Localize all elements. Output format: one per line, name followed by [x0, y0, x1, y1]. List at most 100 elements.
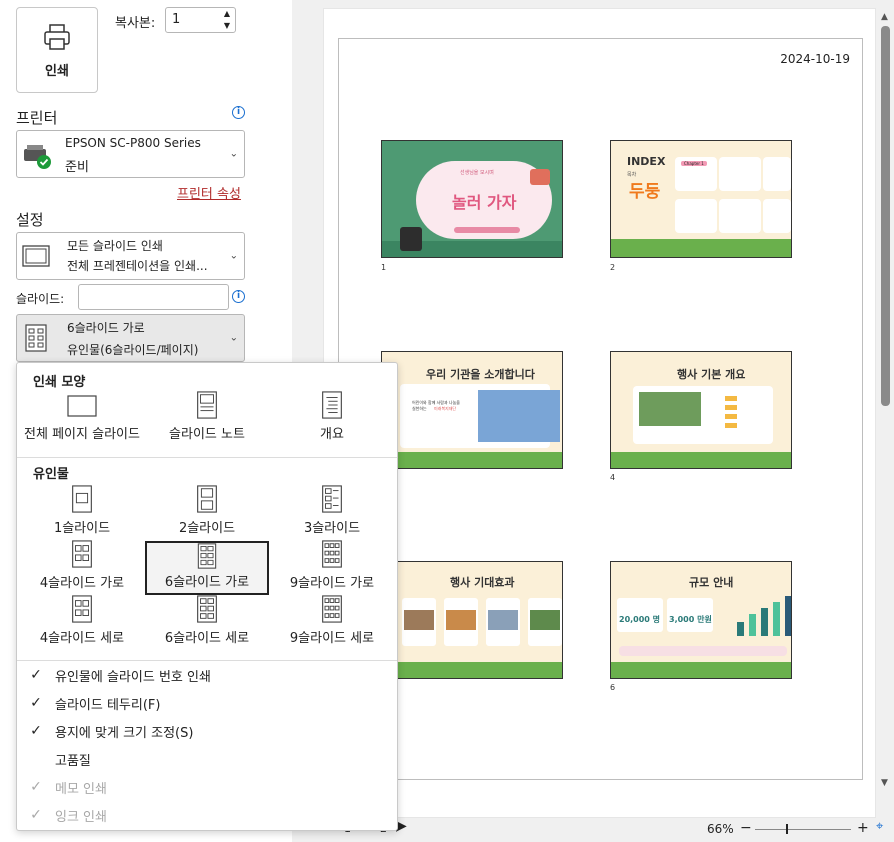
zoom-slider[interactable] [755, 829, 851, 830]
handout-4v-option[interactable]: 4슬라이드 세로 [20, 595, 144, 649]
option-label: 3슬라이드 [303, 521, 361, 536]
scroll-up-icon[interactable]: ▲ [881, 12, 888, 22]
print-range-line2: 전체 프레젠테이션을 인쇄... [67, 259, 208, 273]
printer-name: EPSON SC-P800 Series [65, 136, 201, 150]
four-slides-horizontal-icon [72, 540, 92, 568]
slide-thumbnail-5[interactable]: 행사 기대효과 [381, 561, 563, 679]
layout-popup: 인쇄 모양 전체 페이지 슬라이드 슬라이드 노트 개요 유인물 1슬라이드 2… [16, 362, 398, 831]
handout-6v-option[interactable]: 6슬라이드 세로 [145, 595, 269, 649]
slide2-chip: Chapter 1 [681, 161, 707, 166]
option-print-comments: ✓ 메모 인쇄 [17, 773, 397, 801]
printer-device-icon [24, 145, 51, 169]
layout-dropdown[interactable]: 6슬라이드 가로 유인물(6슬라이드/페이지) ⌄ [16, 314, 245, 362]
option-label: 메모 인쇄 [55, 781, 107, 797]
layout-notes-option[interactable]: 슬라이드 노트 [145, 391, 269, 445]
handout-date: 2024-10-19 [780, 52, 850, 66]
slide-thumbnail-3[interactable]: 우리 기관을 소개합니다 어린이와 함께 사람과 나눔을 실천하는 미래복지재단 [381, 351, 563, 469]
slide3-sub2: 실천하는 [412, 406, 427, 411]
layout-line1: 6슬라이드 가로 [67, 321, 145, 335]
option-label: 전체 페이지 슬라이드 [24, 427, 140, 442]
handout-9v-option[interactable]: 9슬라이드 세로 [270, 595, 394, 649]
slide3-title: 우리 기관을 소개합니다 [426, 368, 535, 381]
slide2-logo: 두둥 [629, 182, 661, 202]
copies-input[interactable]: 1 ▲ ▼ [165, 7, 236, 33]
print-range-dropdown[interactable]: 모든 슬라이드 인쇄 전체 프레젠테이션을 인쇄... ⌄ [16, 232, 245, 280]
slide4-title: 행사 기본 개요 [677, 368, 746, 381]
checkmark-icon: ✓ [30, 807, 42, 823]
layout-outline-option[interactable]: 개요 [270, 391, 394, 445]
option-print-ink: ✓ 잉크 인쇄 [17, 801, 397, 829]
slide-thumbnail-4[interactable]: 행사 기본 개요 [610, 351, 792, 469]
option-label: 6슬라이드 가로 [164, 575, 250, 590]
option-label: 4슬라이드 세로 [39, 631, 125, 646]
handout-3-option[interactable]: 3슬라이드 [270, 485, 394, 539]
vertical-scrollbar[interactable]: ▲ ▼ [879, 8, 892, 794]
one-slide-icon [72, 485, 92, 513]
option-label: 4슬라이드 가로 [39, 576, 125, 591]
handout-9h-option[interactable]: 9슬라이드 가로 [270, 540, 394, 594]
fit-page-icon[interactable]: ⌖ [876, 819, 883, 834]
option-label: 개요 [320, 427, 344, 442]
handouts-header: 유인물 [33, 467, 69, 482]
checkmark-icon: ✓ [30, 779, 42, 795]
option-label: 9슬라이드 세로 [289, 631, 375, 646]
slide-number: 4 [610, 473, 616, 482]
printer-status: 준비 [65, 160, 89, 175]
all-slides-icon [22, 245, 50, 267]
option-label: 9슬라이드 가로 [289, 576, 375, 591]
nine-slides-vertical-icon [322, 595, 342, 623]
handout-4h-option[interactable]: 4슬라이드 가로 [20, 540, 144, 594]
slide-number: 2 [610, 263, 616, 272]
slide5-title: 행사 기대효과 [450, 576, 515, 589]
option-label: 슬라이드 테두리(F) [55, 697, 161, 713]
scrollbar-thumb[interactable] [881, 26, 890, 406]
option-label: 용지에 맞게 크기 조정(S) [55, 725, 194, 741]
copies-value: 1 [172, 12, 181, 27]
chevron-down-icon: ⌄ [229, 148, 238, 160]
zoom-out-icon[interactable]: − [740, 820, 752, 836]
four-slides-vertical-icon [72, 595, 92, 623]
scroll-down-icon[interactable]: ▼ [881, 778, 888, 788]
settings-section-title: 설정 [16, 211, 44, 229]
six-slides-vertical-icon [197, 595, 217, 623]
layout-full-page-option[interactable]: 전체 페이지 슬라이드 [20, 391, 144, 445]
slide-thumbnail-2[interactable]: INDEX 목차 두둥 Chapter 1 [610, 140, 792, 258]
option-scale-to-fit[interactable]: ✓ 용지에 맞게 크기 조정(S) [17, 717, 397, 745]
slide-thumbnail-1[interactable]: 선생님을 모시며 놀러 가자 [381, 140, 563, 258]
slides-input[interactable] [78, 284, 229, 310]
two-slides-icon [197, 485, 217, 513]
option-frame-slides[interactable]: ✓ 슬라이드 테두리(F) [17, 689, 397, 717]
info-icon[interactable]: i [232, 106, 245, 119]
option-label: 슬라이드 노트 [169, 427, 245, 442]
chevron-down-icon: ⌄ [229, 250, 238, 262]
zoom-in-icon[interactable]: + [857, 820, 869, 836]
divider [17, 457, 397, 458]
spin-down-icon[interactable]: ▼ [224, 21, 230, 30]
printer-dropdown[interactable]: EPSON SC-P800 Series 준비 ⌄ [16, 130, 245, 178]
notes-page-icon [197, 391, 217, 419]
option-label: 6슬라이드 세로 [164, 631, 250, 646]
printer-properties-link[interactable]: 프린터 속성 [177, 183, 241, 202]
handout-1-option[interactable]: 1슬라이드 [20, 485, 144, 539]
printer-section-title: 프린터 [16, 109, 58, 127]
handout-6h-option[interactable]: 6슬라이드 가로 [145, 541, 269, 595]
zoom-slider-thumb[interactable] [786, 824, 788, 834]
zoom-level: 66% [707, 822, 734, 836]
option-label: 2슬라이드 [178, 521, 236, 536]
full-page-slide-icon [67, 395, 97, 417]
print-range-line1: 모든 슬라이드 인쇄 [67, 239, 163, 253]
option-label: 고품질 [55, 753, 91, 769]
layout-line2: 유인물(6슬라이드/페이지) [67, 343, 199, 357]
slide-thumbnail-6[interactable]: 규모 안내 20,000 명 3,000 만원 [610, 561, 792, 679]
info-icon[interactable]: i [232, 290, 245, 303]
spin-up-icon[interactable]: ▲ [224, 9, 230, 18]
checkmark-icon: ✓ [30, 723, 42, 739]
slide2-title: INDEX [627, 155, 666, 168]
handout-2-option[interactable]: 2슬라이드 [145, 485, 269, 539]
print-button-label: 인쇄 [45, 63, 69, 79]
three-slides-icon [322, 485, 342, 513]
chevron-down-icon: ⌄ [229, 332, 238, 344]
option-print-slide-numbers[interactable]: ✓ 유인물에 슬라이드 번호 인쇄 [17, 661, 397, 689]
print-button[interactable]: 인쇄 [16, 7, 98, 93]
option-high-quality[interactable]: 고품질 [17, 745, 397, 773]
